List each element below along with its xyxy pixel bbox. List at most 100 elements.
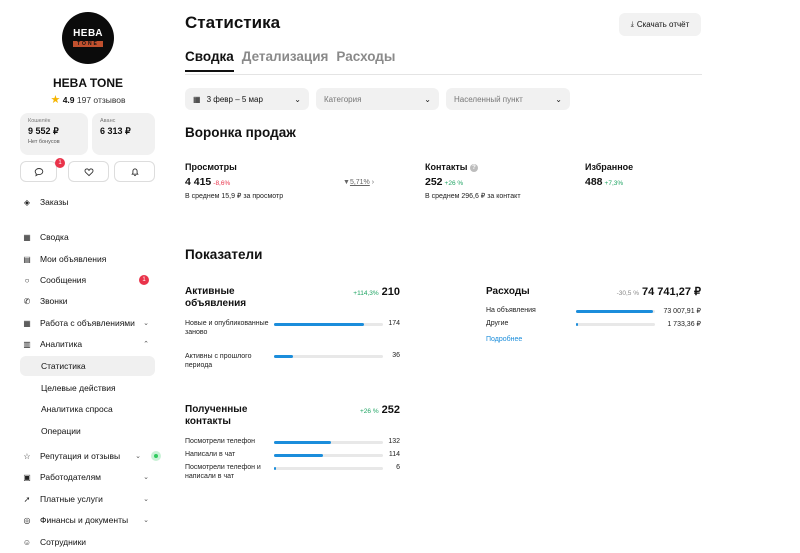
conversion-value: 5,71%: [349, 179, 370, 186]
indicators-title: Показатели: [185, 247, 263, 262]
bar-fill: [274, 467, 277, 470]
advance-card[interactable]: Аванс 6 313 ₽: [92, 113, 155, 155]
sidebar-item-finance[interactable]: ◎ Финансы и документы ⌄: [20, 510, 155, 530]
row-label: Посмотрели телефон и написали в чат: [185, 464, 261, 480]
funnel-title: Воронка продаж: [185, 125, 296, 140]
favorites-value: 488: [585, 176, 603, 188]
sidebar-item-employees[interactable]: ☺ Сотрудники: [20, 532, 155, 552]
profile-name[interactable]: HEBA TONE: [0, 76, 176, 90]
sidebar-item-label: Работодателям: [40, 472, 102, 482]
sidebar-item-demand-analytics[interactable]: Аналитика спроса: [20, 399, 155, 419]
row-label: На объявления: [486, 307, 536, 314]
sidebar-item-ads-work[interactable]: ▦ Работа с объявлениями ⌄: [20, 313, 155, 333]
people-icon: ☺: [22, 537, 32, 547]
sidebar-item-label: Сводка: [40, 232, 69, 242]
bar-fill: [274, 355, 293, 358]
sidebar-item-summary[interactable]: ▦ Сводка: [20, 227, 155, 247]
sidebar-item-paid-services[interactable]: ➚ Платные услуги ⌄: [20, 489, 155, 509]
contacts-label: Контакты: [425, 162, 468, 172]
contacts-metric: Контакты ? 252 +26 % В среднем 296,6 ₽ за…: [425, 162, 521, 200]
date-range-value: 3 февр – 5 мар: [206, 94, 263, 104]
online-indicator: [151, 451, 161, 461]
bar-fill: [576, 323, 578, 326]
box-icon: ◈: [23, 197, 31, 207]
sidebar-item-reputation[interactable]: ☆ Репутация и отзывы ⌄: [20, 446, 161, 466]
contacts-received-delta: +26 %: [360, 408, 379, 415]
favorites-button[interactable]: [68, 161, 109, 182]
sidebar-item-analytics[interactable]: ▥ Аналитика ⌃: [20, 334, 155, 354]
row-label: Новые и опубликованные заново: [185, 320, 269, 336]
sidebar-item-label: Финансы и документы: [40, 515, 129, 525]
bar-fill: [274, 441, 331, 444]
chevron-down-icon: ⌄: [143, 320, 149, 327]
row-value: 6: [396, 464, 400, 471]
grid-icon: ▦: [23, 318, 31, 328]
views-value: 4 415: [185, 176, 212, 188]
contacts-received-title: Полученные контакты: [185, 404, 248, 427]
row-value: 73 007,91 ₽: [663, 308, 701, 315]
chevron-down-icon: ⌄: [294, 94, 301, 104]
tab-details[interactable]: Детализация: [242, 49, 329, 72]
briefcase-icon: ▣: [23, 472, 31, 482]
calendar-icon: ▦: [193, 94, 201, 104]
tab-summary[interactable]: Сводка: [185, 49, 234, 72]
sidebar-item-my-ads[interactable]: ▤ Мои объявления: [20, 249, 155, 269]
profile-logo[interactable]: НЕВА TONE: [62, 12, 114, 64]
chevron-right-icon: ›: [371, 179, 375, 186]
views-delta: -8,6%: [213, 180, 231, 187]
date-range-select[interactable]: ▦ 3 февр – 5 мар ⌄: [185, 88, 309, 110]
active-ads-total: +114,3% 210: [300, 286, 400, 298]
row-value: 36: [392, 352, 400, 359]
row-label: Активны с прошлого периода: [185, 353, 252, 369]
rating[interactable]: ★ 4.9 197 отзывов: [0, 93, 176, 106]
sidebar-item-orders[interactable]: ◈ Заказы: [20, 192, 155, 212]
grid-icon: ▦: [23, 232, 31, 242]
chat-button[interactable]: [20, 161, 57, 182]
sidebar-item-statistics[interactable]: Статистика: [20, 356, 155, 376]
sidebar-item-label: Статистика: [41, 361, 86, 371]
sidebar-item-messages[interactable]: ○ Сообщения 1: [20, 270, 155, 290]
favorites-delta: +7,3%: [604, 180, 624, 187]
funnel-icon: ▼: [343, 179, 350, 186]
chevron-down-icon: ⌄: [143, 496, 149, 503]
sidebar-item-label: Звонки: [40, 296, 68, 306]
bar-fill: [274, 454, 324, 457]
sidebar-item-label: Сообщения: [40, 275, 87, 285]
wallet-label: Кошелёк: [28, 118, 51, 124]
chat-badge: 1: [55, 158, 65, 168]
chat-icon: [34, 167, 43, 176]
notifications-button[interactable]: [114, 161, 155, 182]
sidebar-item-target-actions[interactable]: Целевые действия: [20, 378, 155, 398]
location-placeholder: Населенный пункт: [454, 94, 523, 104]
expenses-value: 74 741,27 ₽: [642, 286, 701, 298]
sidebar-item-label: Аналитика: [40, 339, 83, 349]
location-select[interactable]: Населенный пункт ⌄: [446, 88, 570, 110]
document-icon: ▤: [23, 254, 31, 264]
conversion-rate[interactable]: ▼5,71% ›: [343, 179, 374, 186]
views-metric: Просмотры 4 415 -8,6% В среднем 15,9 ₽ за…: [185, 162, 283, 200]
page-title: Статистика: [185, 13, 281, 32]
sidebar-item-label: Сотрудники: [40, 537, 87, 547]
category-select[interactable]: Категория ⌄: [316, 88, 439, 110]
help-icon[interactable]: ?: [469, 164, 478, 172]
sidebar-item-calls[interactable]: ✆ Звонки: [20, 291, 155, 311]
tab-expenses[interactable]: Расходы: [336, 49, 395, 72]
download-report-label: Скачать отчёт: [636, 20, 690, 29]
views-label: Просмотры: [185, 162, 237, 172]
sidebar-item-label: Целевые действия: [41, 383, 116, 393]
expenses-details-link[interactable]: Подробнее: [486, 336, 522, 343]
bell-icon: [130, 167, 139, 176]
chevron-down-icon: ⌄: [424, 94, 431, 104]
category-placeholder: Категория: [324, 94, 362, 104]
download-icon: ⤓: [630, 20, 634, 28]
sidebar-item-operations[interactable]: Операции: [20, 421, 155, 441]
sidebar-item-label: Репутация и отзывы: [40, 451, 121, 461]
row-value: 114: [388, 451, 400, 458]
contacts-value: 252: [425, 176, 443, 188]
advance-label: Аванс: [100, 118, 116, 124]
download-report-button[interactable]: ⤓ Скачать отчёт: [619, 13, 701, 36]
wallet-card[interactable]: Кошелёк 9 552 ₽ Нет бонусов: [20, 113, 88, 155]
row-label: Другие: [486, 320, 509, 327]
chevron-down-icon: ⌄: [555, 94, 562, 104]
sidebar-item-employers[interactable]: ▣ Работодателям ⌄: [20, 467, 155, 487]
